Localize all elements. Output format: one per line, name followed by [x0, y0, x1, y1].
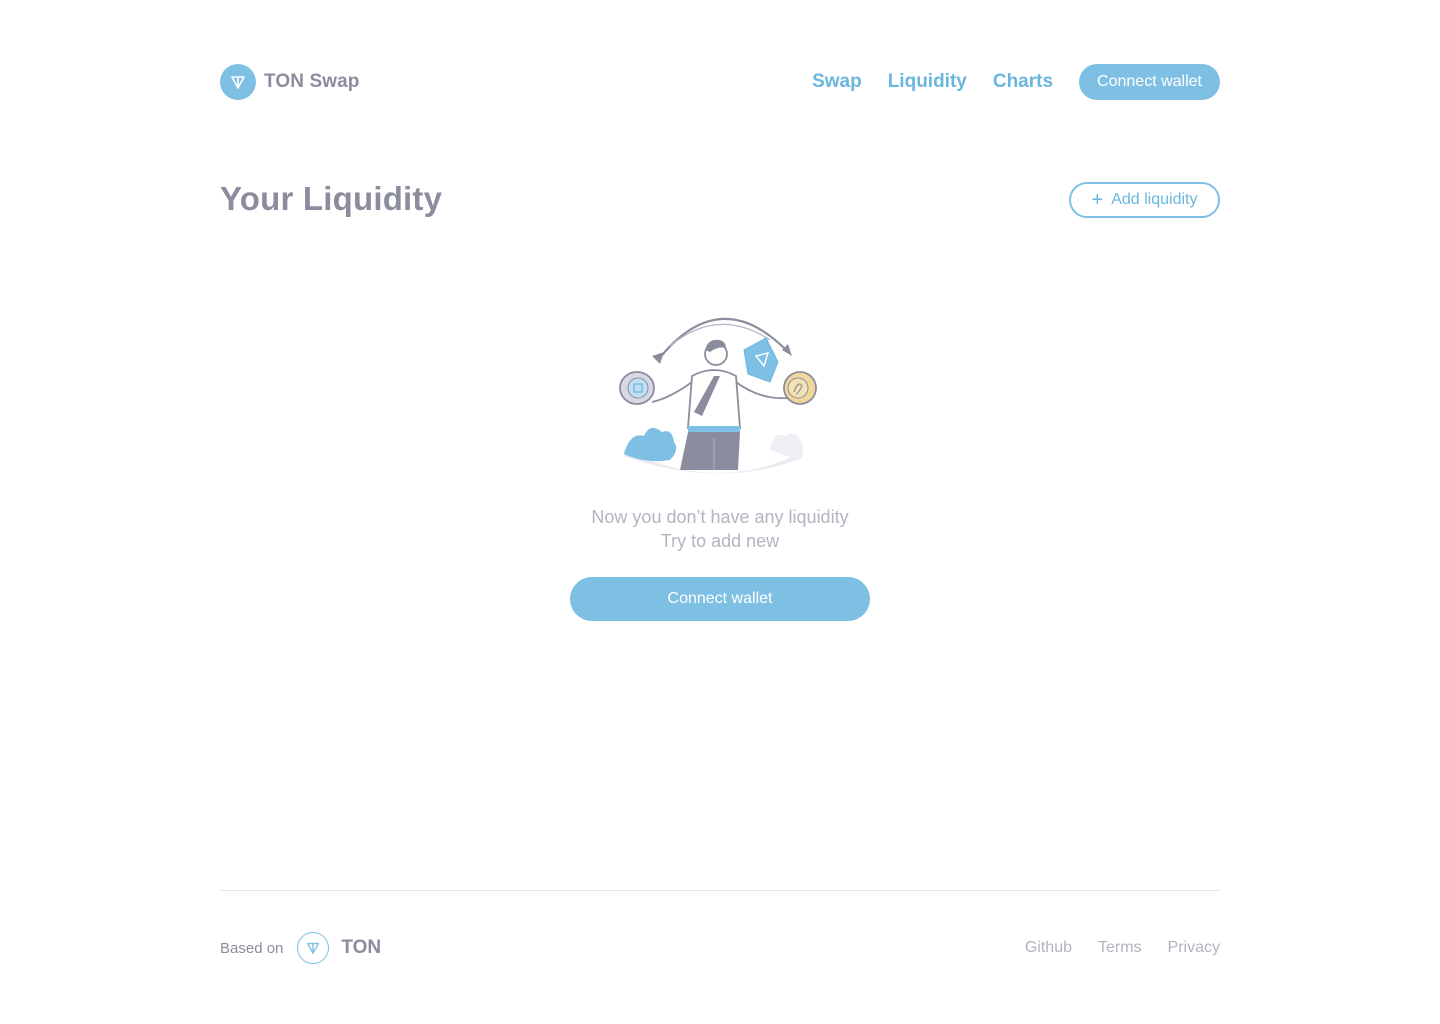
swap-illustration — [619, 317, 817, 474]
footer-links: Github Terms Privacy — [999, 932, 1220, 964]
empty-state-text: Now you don’t have any liquidity Try to … — [470, 505, 970, 553]
based-on-label: Based on — [220, 939, 284, 957]
footer-link-github[interactable]: Github — [1025, 939, 1072, 957]
footer-based-on: Based on TON — [220, 932, 381, 964]
page-title: Your Liquidity — [220, 180, 443, 217]
add-liquidity-button[interactable]: + Add liquidity — [1069, 182, 1220, 218]
empty-state-line-1: Now you don’t have any liquidity — [591, 507, 849, 527]
nav-swap[interactable]: Swap — [812, 71, 862, 93]
nav-liquidity[interactable]: Liquidity — [888, 71, 967, 93]
add-liquidity-label: Add liquidity — [1111, 191, 1198, 208]
page: TON Swap Swap Liquidity Charts Connect w… — [0, 0, 1440, 1024]
connect-wallet-button[interactable]: Connect wallet — [570, 577, 870, 621]
empty-state-line-2: Try to add new — [660, 531, 780, 551]
footer-link-terms[interactable]: Terms — [1098, 939, 1142, 957]
footer-divider — [220, 890, 1220, 891]
ton-name[interactable]: TON — [341, 937, 381, 959]
nav-charts[interactable]: Charts — [993, 71, 1053, 93]
brand-link[interactable]: TON Swap — [220, 64, 359, 100]
brand-name: TON Swap — [264, 71, 360, 92]
footer-link-privacy[interactable]: Privacy — [1168, 939, 1220, 957]
plus-icon: + — [1091, 189, 1104, 211]
header: TON Swap Swap Liquidity Charts Connect w… — [220, 64, 1220, 100]
header-connect-wallet-button[interactable]: Connect wallet — [1079, 64, 1220, 100]
ton-logo-icon[interactable] — [297, 932, 330, 964]
ton-logo-icon — [220, 64, 256, 100]
main-nav: Swap Liquidity Charts Connect wallet — [812, 64, 1220, 100]
